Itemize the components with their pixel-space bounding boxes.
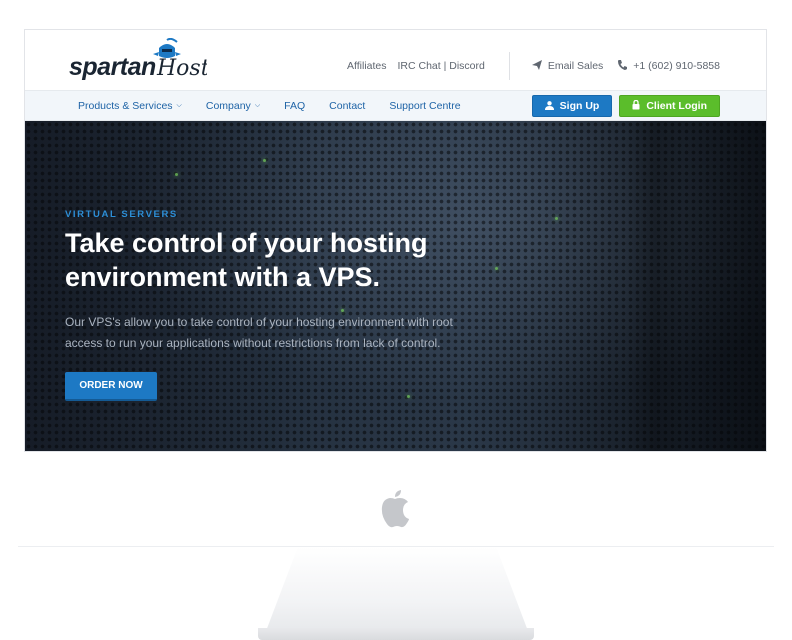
nav-item-label: FAQ	[284, 100, 306, 112]
hero-title-line: environment with a VPS.	[65, 262, 381, 292]
top-links: Affiliates IRC Chat | Discord Email Sale…	[347, 52, 720, 80]
sign-up-button[interactable]: Sign Up	[531, 95, 613, 117]
monitor-stand-base	[258, 628, 534, 640]
monitor-chin-edge	[18, 546, 774, 547]
top-header: spartan Host Affiliates IRC Chat | Disco…	[25, 30, 766, 90]
phone-icon	[618, 59, 628, 73]
hero-title: Take control of your hosting environment…	[65, 226, 505, 294]
hero-title-line: Take control of your hosting	[65, 228, 428, 258]
phone-number: +1 (602) 910-5858	[633, 60, 720, 72]
sign-up-label: Sign Up	[559, 100, 600, 112]
apple-icon	[372, 486, 418, 532]
user-icon	[544, 100, 554, 112]
irc-chat-link[interactable]: IRC Chat | Discord	[398, 60, 485, 72]
nav-item-faq[interactable]: FAQ	[284, 100, 305, 112]
lock-icon	[632, 99, 640, 112]
chevron-down-icon: ⌵	[176, 102, 182, 109]
paper-plane-icon	[531, 59, 542, 73]
server-led	[263, 159, 266, 162]
phone-link[interactable]: +1 (602) 910-5858	[618, 59, 720, 73]
nav-buttons: Sign Up Client Login	[531, 95, 720, 117]
svg-text:spartan: spartan	[69, 53, 156, 81]
nav-item-support-centre[interactable]: Support Centre	[389, 100, 460, 112]
nav-item-label: Products & Services	[78, 100, 173, 112]
email-sales-link[interactable]: Email Sales	[531, 59, 604, 73]
nav-items: Products & Services ⌵ Company ⌵ FAQ Cont…	[78, 91, 485, 121]
email-sales-label: Email Sales	[547, 60, 604, 72]
top-divider	[508, 52, 510, 80]
monitor-screen: spartan Host Affiliates IRC Chat | Disco…	[24, 29, 767, 452]
client-login-button[interactable]: Client Login	[619, 95, 720, 117]
hero-content: VIRTUAL SERVERS Take control of your hos…	[65, 209, 505, 401]
main-nav: Products & Services ⌵ Company ⌵ FAQ Cont…	[25, 90, 766, 121]
nav-item-label: Support Centre	[389, 100, 461, 112]
chevron-down-icon: ⌵	[254, 102, 261, 109]
nav-item-label: Company	[205, 100, 251, 112]
server-led	[555, 217, 558, 220]
affiliates-link[interactable]: Affiliates	[347, 60, 387, 72]
monitor-stand	[263, 547, 531, 639]
server-led	[175, 173, 178, 176]
client-login-label: Client Login	[646, 100, 707, 112]
nav-item-products-services[interactable]: Products & Services ⌵	[78, 100, 182, 112]
hero-description-line: Our VPS's allow you to take control of y…	[65, 315, 453, 329]
spartanhost-logo[interactable]: spartan Host	[67, 38, 207, 84]
order-now-button[interactable]: ORDER NOW	[65, 372, 157, 401]
nav-item-company[interactable]: Company ⌵	[206, 100, 260, 112]
hero-description: Our VPS's allow you to take control of y…	[65, 312, 485, 354]
nav-item-label: Contact	[329, 100, 366, 112]
svg-text:Host: Host	[156, 56, 207, 81]
nav-item-contact[interactable]: Contact	[329, 100, 365, 112]
hero-eyebrow: VIRTUAL SERVERS	[65, 209, 178, 220]
hero-banner: VIRTUAL SERVERS Take control of your hos…	[25, 121, 766, 451]
hero-description-line: access to run your applications without …	[65, 336, 441, 350]
